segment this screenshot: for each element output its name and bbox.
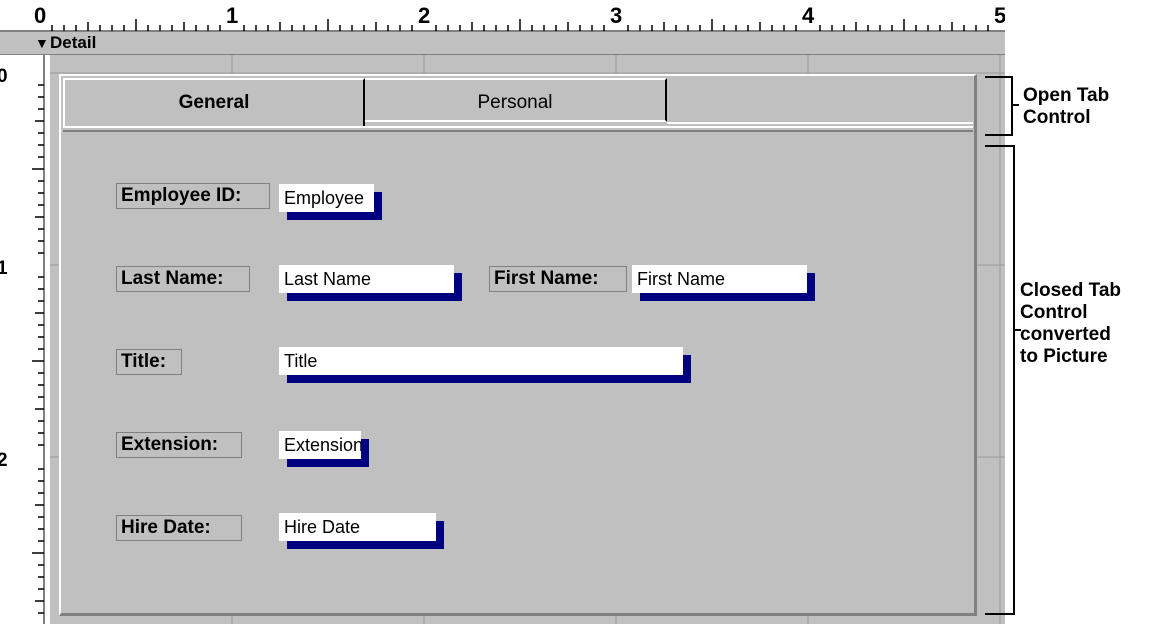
hruler-mark-3: 3 [610,3,622,28]
employee-id-textbox[interactable]: Employee [279,184,382,220]
hire-date-value: Hire Date [279,513,436,541]
tab-page-top-edge [63,126,973,128]
open-tab-annotation: Open Tab Control [1023,85,1110,128]
section-label: Detail [50,33,97,52]
vertical-ruler: 0 1 2 [0,55,50,624]
design-grid[interactable]: General Personal Employee ID: Employee L… [50,55,1005,624]
employee-id-label[interactable]: Employee ID: [116,183,270,209]
hruler-mark-5: 5 [994,3,1005,28]
first-name-label[interactable]: First Name: [489,266,627,292]
hruler-mark-0: 0 [34,3,46,28]
extension-textbox[interactable]: Extension [279,431,369,467]
title-label[interactable]: Title: [116,349,182,375]
section-arrow-icon: ▼ [35,35,49,51]
tab-control[interactable]: General Personal Employee ID: Employee L… [59,74,977,616]
vruler-mark-2: 2 [0,450,8,471]
open-tab-bracket [985,76,1013,136]
vruler-mark-1: 1 [0,258,8,279]
closed-tab-bracket [985,145,1015,615]
first-name-textbox[interactable]: First Name [632,265,815,301]
last-name-label[interactable]: Last Name: [116,266,250,292]
last-name-textbox[interactable]: Last Name [279,265,462,301]
title-value: Title [279,347,683,375]
vruler-mark-0: 0 [0,66,8,87]
tab-general[interactable]: General [63,78,365,126]
hire-date-textbox[interactable]: Hire Date [279,513,444,549]
last-name-value: Last Name [279,265,454,293]
hruler-mark-4: 4 [802,3,815,28]
hruler-mark-1: 1 [226,3,238,28]
extension-value: Extension [279,431,361,459]
tab-strip-edge [667,122,973,124]
hruler-mark-2: 2 [418,3,430,28]
extension-label[interactable]: Extension: [116,432,242,458]
first-name-value: First Name [632,265,807,293]
closed-tab-annotation: Closed Tab Control converted to Picture [1020,280,1121,367]
horizontal-ruler: 0 1 2 3 4 5 [0,0,1005,32]
detail-section-bar[interactable]: ▼ Detail [0,32,1005,55]
title-textbox[interactable]: Title [279,347,691,383]
tab-personal[interactable]: Personal [365,78,667,122]
open-tab-tick [1013,104,1019,106]
employee-id-value: Employee [279,184,374,212]
tab-page-inner-edge [63,130,973,132]
hire-date-label[interactable]: Hire Date: [116,515,242,541]
